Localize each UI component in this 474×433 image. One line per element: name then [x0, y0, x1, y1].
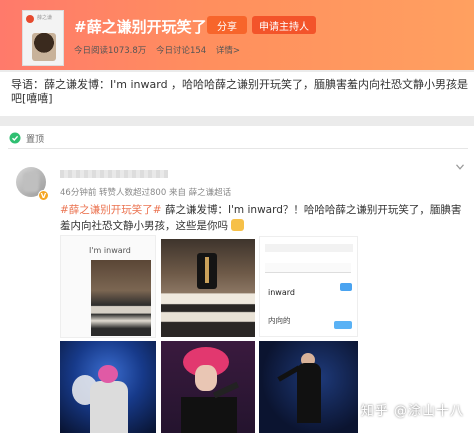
translation-meaning: 内向的 — [268, 316, 291, 325]
discussion-count: 今日讨论154 — [155, 46, 207, 56]
apply-host-button[interactable]: 申请主持人 — [252, 16, 316, 34]
performer-body — [90, 381, 128, 433]
translation-word: inward — [268, 288, 295, 297]
pinned-header: 置顶 — [9, 130, 44, 146]
topic-header: 薛之谦 #薛之谦别开玩笑了# 分享 申请主持人 今日阅读1073.8万 今日讨论… — [0, 0, 474, 70]
post-meta: 46分钟前 转赞人数超过800 来自 薛之谦超话 — [60, 188, 232, 198]
performer-hair — [98, 365, 118, 383]
verified-badge-icon: V — [38, 190, 49, 201]
phone-icon — [197, 253, 217, 289]
topic-intro: 导语：薛之谦发博：I'm inward ，哈哈哈薛之谦别开玩笑了，腼腆害羞内向社… — [0, 72, 474, 116]
topic-cover-image: 薛之谦 — [22, 10, 64, 66]
pinned-label: 置顶 — [26, 134, 45, 145]
post-image-screenshot-2[interactable]: inward 内向的 — [259, 236, 358, 337]
screenshot-photo — [91, 260, 151, 336]
post-image-stage-2[interactable] — [161, 341, 255, 433]
input-field — [265, 263, 351, 273]
pin-icon — [9, 132, 21, 144]
topic-stats: 今日阅读1073.8万 今日讨论154 详情> — [74, 44, 247, 56]
search-bar — [265, 244, 353, 252]
post-image-stage-1[interactable] — [60, 341, 156, 433]
screenshot-caption: I'm inward — [89, 246, 131, 255]
performer-jacket — [181, 397, 237, 433]
share-button[interactable]: 分享 — [207, 16, 247, 34]
post-image-selfie[interactable] — [161, 239, 255, 337]
microphone-icon — [212, 381, 240, 399]
feed-card: 置顶 V 46分钟前 转赞人数超过800 来自 薛之谦超话 #薛之谦别开玩笑了#… — [0, 126, 474, 433]
divider — [8, 148, 468, 149]
performer-face — [195, 365, 217, 391]
post-body: #薛之谦别开玩笑了# 薛之谦发博：I'm inward？！哈哈哈薛之谦别开玩笑了… — [60, 202, 470, 234]
weibo-logo-icon — [26, 15, 34, 23]
post-image-screenshot-1[interactable]: I'm inward — [60, 235, 156, 338]
cover-photo — [32, 33, 56, 61]
post-hashtag[interactable]: #薛之谦别开玩笑了# — [60, 204, 162, 216]
read-count: 今日阅读1073.8万 — [74, 46, 147, 56]
post-image-stage-3[interactable] — [259, 341, 358, 433]
cover-text: 薛之谦 — [37, 15, 53, 21]
watermark: 知乎 @涂山十八 — [360, 404, 464, 419]
blue-bubble — [340, 283, 352, 291]
chevron-down-icon[interactable] — [456, 164, 464, 170]
emoji-icon — [231, 219, 245, 231]
details-link[interactable]: 详情> — [216, 46, 240, 56]
intro-text: 导语：薛之谦发博：I'm inward ，哈哈哈薛之谦别开玩笑了，腼腆害羞内向社… — [11, 78, 469, 105]
topic-title: #薛之谦别开玩笑了# — [74, 18, 220, 36]
translate-button — [334, 321, 352, 329]
username-redacted — [60, 170, 168, 178]
performer-figure — [297, 363, 321, 423]
